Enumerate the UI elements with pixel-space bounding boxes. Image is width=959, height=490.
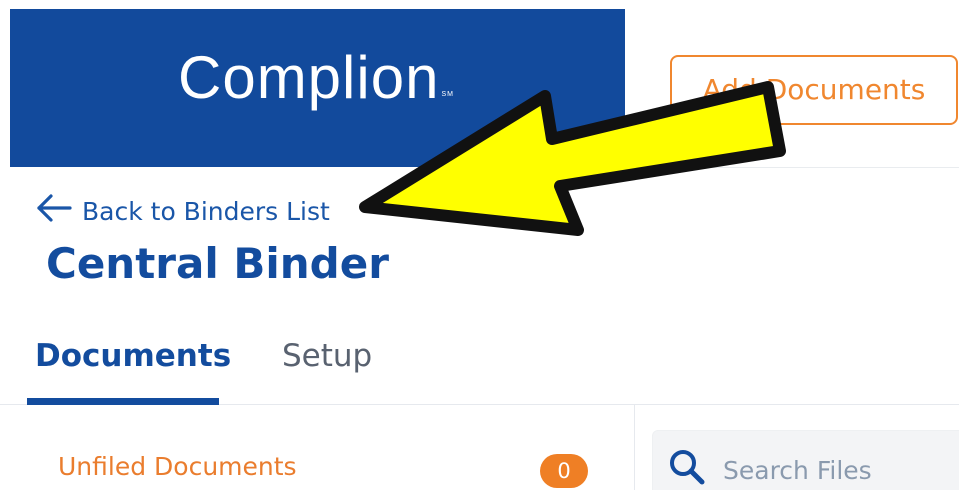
tab-setup[interactable]: Setup	[282, 338, 372, 374]
pane-divider	[634, 405, 635, 490]
sidebar-item-unfiled-documents[interactable]: Unfiled Documents 0	[58, 452, 598, 490]
logo-service-mark: SM	[441, 91, 454, 98]
search-icon[interactable]	[667, 447, 707, 490]
search-input[interactable]	[723, 453, 953, 487]
back-link-label: Back to Binders List	[82, 196, 330, 226]
arrow-left-icon	[36, 193, 82, 229]
logo-text: Complion	[178, 44, 440, 111]
active-tab-indicator	[27, 398, 219, 405]
tab-documents[interactable]: Documents	[35, 338, 231, 374]
add-documents-button[interactable]: Add Documents	[670, 55, 958, 125]
page-title: Central Binder	[46, 239, 389, 288]
back-to-binders-link[interactable]: Back to Binders List	[36, 193, 330, 229]
unfiled-documents-label: Unfiled Documents	[58, 452, 297, 481]
app-window: Complion SM Add Documents Back to Binders…	[0, 0, 959, 490]
complion-logo: Complion SM	[178, 48, 454, 108]
top-edge	[0, 0, 959, 9]
tab-bar: Documents Setup	[0, 320, 959, 405]
unfiled-count-badge: 0	[540, 454, 588, 488]
search-files-box[interactable]	[652, 430, 959, 490]
